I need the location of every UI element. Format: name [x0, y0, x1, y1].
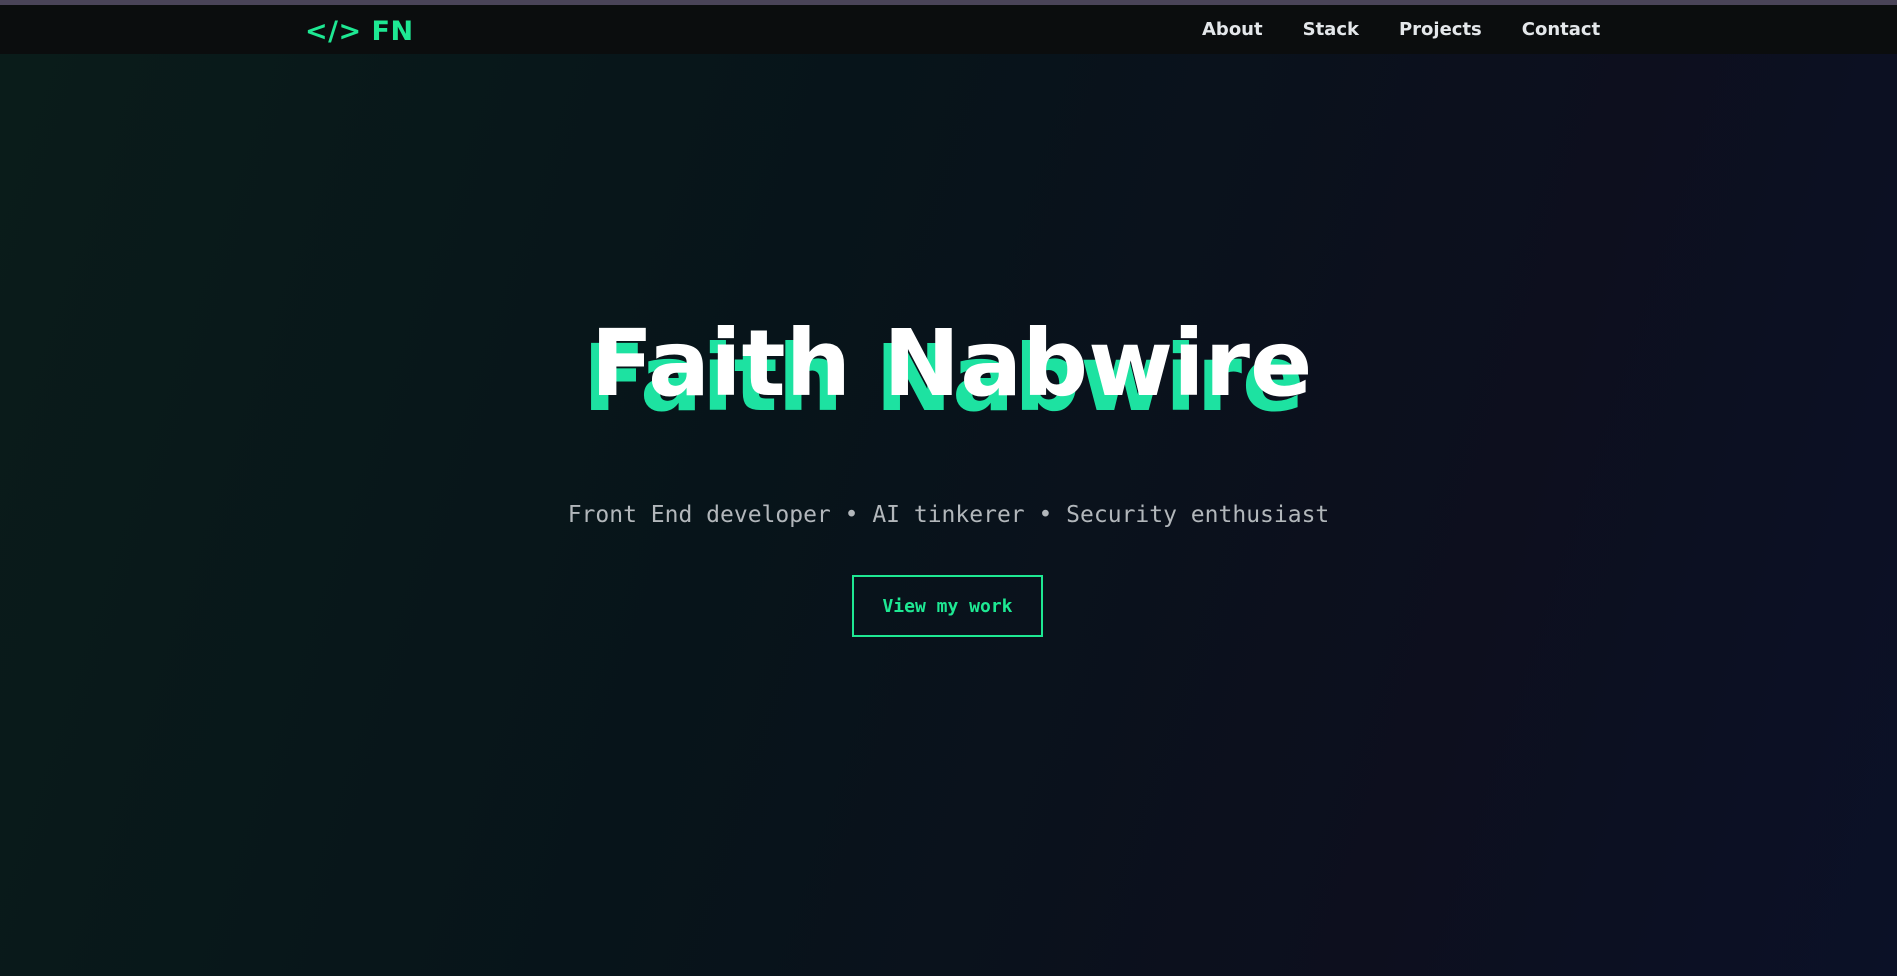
nav-link-stack[interactable]: Stack	[1303, 19, 1359, 41]
nav-links: About Stack Projects Contact	[1202, 19, 1600, 41]
navbar: </> FN About Stack Projects Contact	[0, 5, 1897, 54]
hero-title-text: Faith Nabwire	[590, 310, 1313, 417]
hero-title: Faith Nabwire Faith Nabwire	[0, 318, 1897, 438]
nav-link-contact[interactable]: Contact	[1522, 19, 1600, 41]
view-work-button[interactable]: View my work	[852, 575, 1043, 637]
nav-link-projects[interactable]: Projects	[1399, 19, 1482, 41]
logo[interactable]: </> FN	[305, 18, 414, 45]
nav-link-about[interactable]: About	[1202, 19, 1263, 41]
hero-tagline: Front End developer • AI tinkerer • Secu…	[567, 502, 1330, 528]
